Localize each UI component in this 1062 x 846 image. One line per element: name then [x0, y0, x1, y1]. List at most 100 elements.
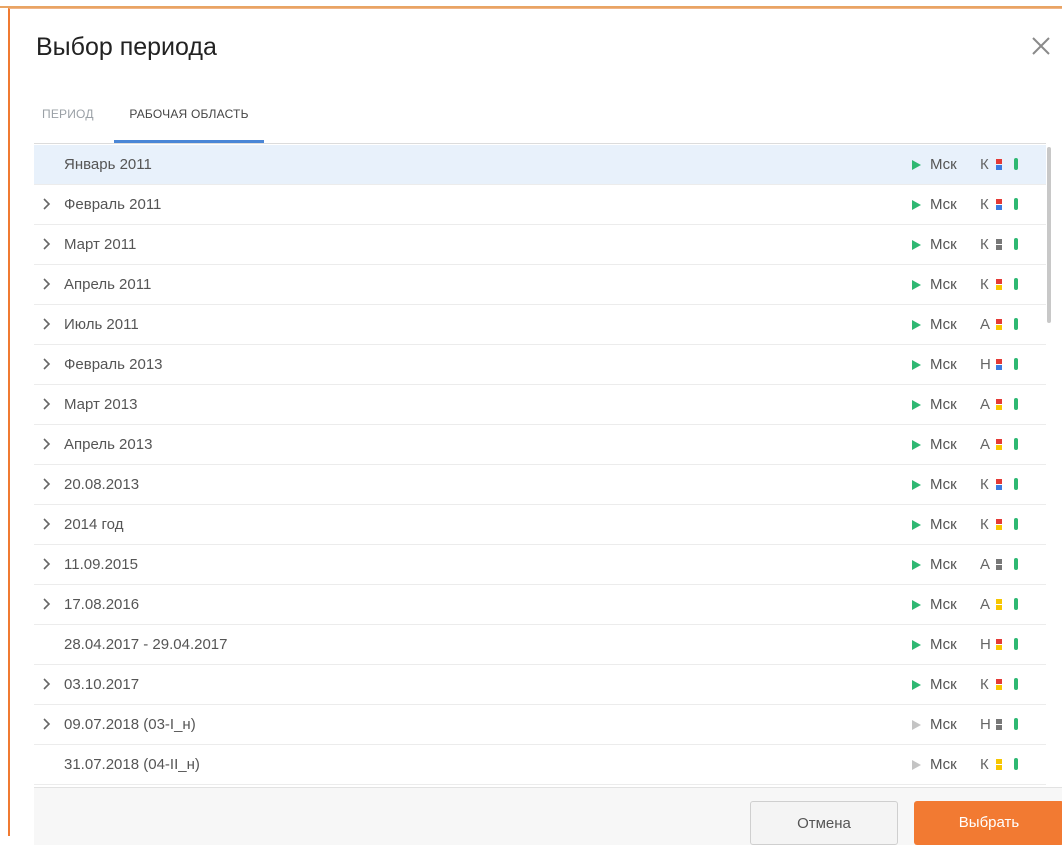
chevron-right-icon[interactable]	[42, 557, 52, 571]
status-flag-icon	[996, 679, 1002, 684]
chevron-right-icon[interactable]	[42, 397, 52, 411]
period-row[interactable]: Март 2011 Мск К	[34, 225, 1046, 265]
status-flag-icon	[996, 719, 1002, 724]
play-icon[interactable]	[911, 279, 922, 291]
status-flag-icon	[996, 639, 1002, 644]
status-flag-icon	[996, 199, 1002, 204]
chevron-right-icon[interactable]	[42, 677, 52, 691]
play-icon[interactable]	[911, 639, 922, 651]
chevron-right-icon[interactable]	[42, 277, 52, 291]
timezone-label: Мск	[930, 676, 957, 693]
period-row[interactable]: Апрель 2011 Мск К	[34, 265, 1046, 305]
period-row[interactable]: 11.09.2015 Мск А	[34, 545, 1046, 585]
status-indicator-icon	[1014, 238, 1018, 250]
status-indicator-icon	[1014, 398, 1018, 410]
timezone-label: Мск	[930, 276, 957, 293]
period-list: Январь 2011 Мск К Февраль 2011 Мск К Март 2011…	[34, 145, 1046, 787]
play-icon[interactable]	[911, 759, 922, 771]
status-flag-icon	[996, 245, 1002, 250]
tab-period[interactable]: ПЕРИОД	[42, 95, 94, 143]
status-flag-icon	[996, 445, 1002, 450]
select-button[interactable]: Выбрать	[914, 801, 1062, 845]
chevron-right-icon[interactable]	[42, 477, 52, 491]
status-flag-icon	[996, 205, 1002, 210]
status-indicator-icon	[1014, 678, 1018, 690]
type-letter: К	[980, 156, 989, 173]
status-indicator-icon	[1014, 278, 1018, 290]
period-row[interactable]: 28.04.2017 - 29.04.2017 Мск Н	[34, 625, 1046, 665]
period-label: Январь 2011	[64, 156, 152, 173]
chevron-right-icon[interactable]	[42, 237, 52, 251]
status-flag-icon	[996, 645, 1002, 650]
period-row[interactable]: 03.10.2017 Мск К	[34, 665, 1046, 705]
play-icon[interactable]	[911, 399, 922, 411]
status-indicator-icon	[1014, 158, 1018, 170]
status-flag-icon	[996, 605, 1002, 610]
status-flag-icon	[996, 165, 1002, 170]
chevron-right-icon[interactable]	[42, 517, 52, 531]
type-letter: А	[980, 316, 991, 333]
play-icon[interactable]	[911, 319, 922, 331]
play-icon[interactable]	[911, 599, 922, 611]
status-flag-icon	[996, 565, 1002, 570]
chevron-right-icon[interactable]	[42, 317, 52, 331]
period-select-dialog: Выбор периода ПЕРИОД РАБОЧАЯ ОБЛАСТЬ Янв…	[8, 8, 1062, 845]
chevron-right-icon[interactable]	[42, 357, 52, 371]
period-label: 09.07.2018 (03-I_н)	[64, 716, 196, 733]
timezone-label: Мск	[930, 756, 957, 773]
status-flag-icon	[996, 479, 1002, 484]
type-letter: К	[980, 676, 989, 693]
cancel-button[interactable]: Отмена	[750, 801, 898, 845]
type-letter: А	[980, 596, 991, 613]
period-row[interactable]: 20.08.2013 Мск К	[34, 465, 1046, 505]
play-icon[interactable]	[911, 479, 922, 491]
timezone-label: Мск	[930, 196, 957, 213]
type-letter: К	[980, 276, 989, 293]
tab-workspace[interactable]: РАБОЧАЯ ОБЛАСТЬ	[114, 95, 264, 143]
period-label: 31.07.2018 (04-II_н)	[64, 756, 200, 773]
period-row[interactable]: Февраль 2013 Мск Н	[34, 345, 1046, 385]
period-label: 03.10.2017	[64, 676, 140, 693]
period-row[interactable]: Апрель 2013 Мск А	[34, 425, 1046, 465]
period-label: Июль 2011	[64, 316, 139, 333]
status-flag-icon	[996, 319, 1002, 324]
play-icon[interactable]	[911, 239, 922, 251]
chevron-right-icon[interactable]	[42, 597, 52, 611]
close-icon[interactable]	[1029, 34, 1053, 58]
play-icon[interactable]	[911, 199, 922, 211]
period-row[interactable]: Март 2013 Мск А	[34, 385, 1046, 425]
period-row[interactable]: 17.08.2016 Мск А	[34, 585, 1046, 625]
period-row[interactable]: 09.07.2018 (03-I_н) Мск Н	[34, 705, 1046, 745]
period-row[interactable]: Февраль 2011 Мск К	[34, 185, 1046, 225]
status-flag-icon	[996, 725, 1002, 730]
play-icon[interactable]	[911, 159, 922, 171]
period-row[interactable]: 31.07.2018 (04-II_н) Мск К	[34, 745, 1046, 785]
status-flag-icon	[996, 279, 1002, 284]
period-label: 17.08.2016	[64, 596, 140, 613]
timezone-label: Мск	[930, 316, 957, 333]
play-icon[interactable]	[911, 519, 922, 531]
play-icon[interactable]	[911, 719, 922, 731]
list-scrollbar[interactable]	[1046, 145, 1052, 787]
status-flag-icon	[996, 365, 1002, 370]
status-flag-icon	[996, 759, 1002, 764]
timezone-label: Мск	[930, 596, 957, 613]
status-flag-icon	[996, 405, 1002, 410]
timezone-label: Мск	[930, 636, 957, 653]
chevron-right-icon[interactable]	[42, 437, 52, 451]
status-flag-icon	[996, 685, 1002, 690]
status-flag-icon	[996, 599, 1002, 604]
timezone-label: Мск	[930, 156, 957, 173]
chevron-right-icon[interactable]	[42, 197, 52, 211]
play-icon[interactable]	[911, 679, 922, 691]
period-row[interactable]: Январь 2011 Мск К	[34, 145, 1046, 185]
period-row[interactable]: 2014 год Мск К	[34, 505, 1046, 545]
status-flag-icon	[996, 765, 1002, 770]
chevron-right-icon[interactable]	[42, 717, 52, 731]
dialog-title: Выбор периода	[36, 33, 217, 61]
scrollbar-thumb[interactable]	[1047, 147, 1051, 323]
period-row[interactable]: Июль 2011 Мск А	[34, 305, 1046, 345]
play-icon[interactable]	[911, 439, 922, 451]
play-icon[interactable]	[911, 559, 922, 571]
play-icon[interactable]	[911, 359, 922, 371]
